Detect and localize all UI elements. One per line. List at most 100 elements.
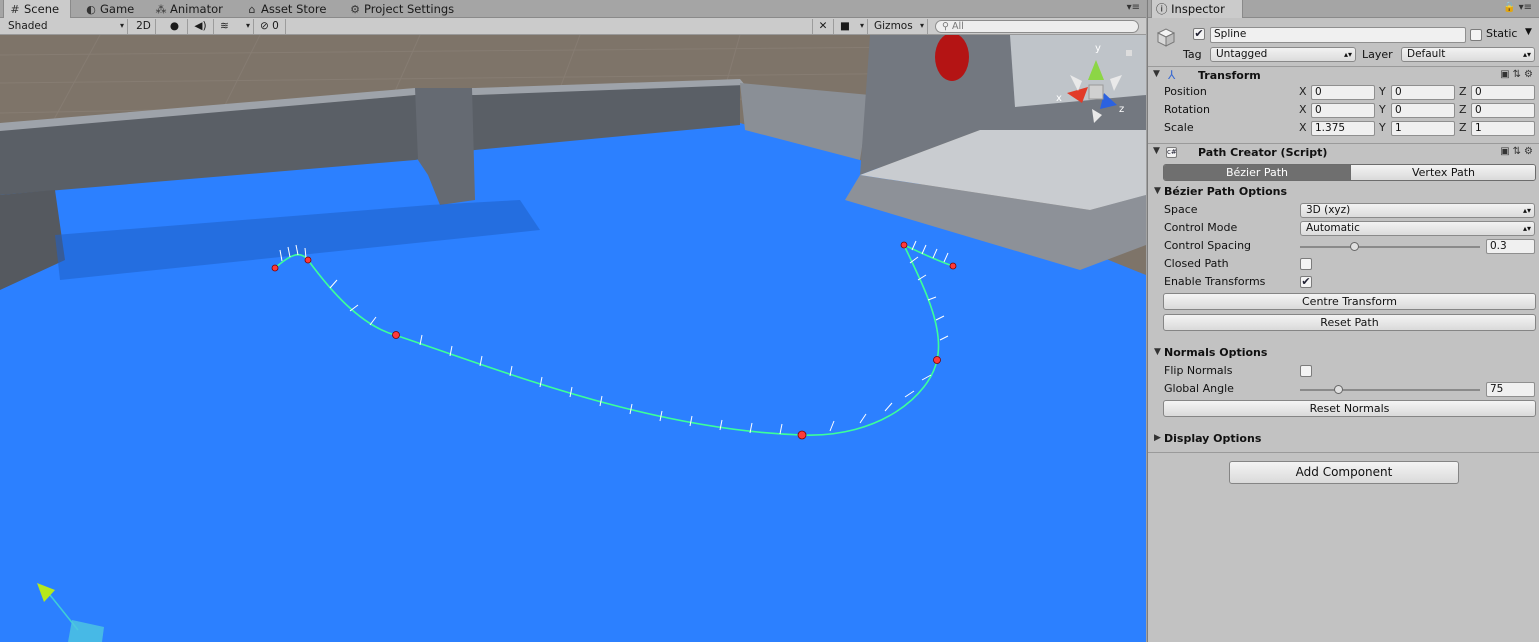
static-checkbox[interactable] xyxy=(1470,29,1482,41)
scene-window: # Scene ◐ Game ⁂ Animator ⌂ Asset Store ⚙ Pro… xyxy=(0,0,1146,642)
position-row: Position X 0 Y 0 Z 0 xyxy=(1148,84,1539,102)
space-dropdown[interactable]: 3D (xyz) ▴▾ xyxy=(1300,203,1535,218)
asset-store-icon: ⌂ xyxy=(248,3,256,16)
gizmo-x-label: x xyxy=(1056,93,1062,104)
rotation-row: Rotation X 0 Y 0 Z 0 xyxy=(1148,102,1539,120)
info-icon: ⓘ xyxy=(1156,2,1168,16)
rotation-z-field[interactable]: 0 xyxy=(1471,103,1535,118)
tab-inspector[interactable]: ⓘ Inspector xyxy=(1151,0,1243,18)
control-mode-dropdown[interactable]: Automatic ▴▾ xyxy=(1300,221,1535,236)
tab-game[interactable]: ◐ Game xyxy=(80,0,144,18)
foldout-open-icon: ▼ xyxy=(1153,69,1160,79)
gizmo-z-label: z xyxy=(1119,104,1124,115)
camera-icon: ■ xyxy=(840,20,850,32)
control-spacing-field[interactable]: 0.3 xyxy=(1486,239,1535,254)
reset-path-button[interactable]: Reset Path xyxy=(1163,314,1536,331)
inspector-tab-bar: ⓘ Inspector 🔒 ▾≡ xyxy=(1148,0,1539,18)
tab-project-settings[interactable]: ⚙ Project Settings xyxy=(344,0,464,18)
normals-options-title[interactable]: Normals Options xyxy=(1164,346,1267,359)
closed-path-checkbox[interactable] xyxy=(1300,258,1312,270)
lightbulb-icon: ● xyxy=(169,20,180,32)
inspector-panel: ⓘ Inspector 🔒 ▾≡ ✔ Spline Static ▼ Tag U… xyxy=(1147,0,1539,642)
script-enabled-checkbox[interactable]: c# xyxy=(1166,147,1177,158)
layer-dropdown[interactable]: Default ▴▾ xyxy=(1401,47,1535,62)
component-divider xyxy=(1148,452,1539,453)
static-label: Static xyxy=(1486,27,1518,40)
inspector-menu-icon[interactable]: 🔒 ▾≡ xyxy=(1503,2,1532,13)
tab-asset-store[interactable]: ⌂ Asset Store xyxy=(241,0,337,18)
scene-viewport[interactable]: y x z xyxy=(0,35,1146,642)
tab-animator[interactable]: ⁂ Animator xyxy=(150,0,232,18)
scene-icon: # xyxy=(10,3,20,16)
space-row: Space 3D (xyz) ▴▾ xyxy=(1148,202,1539,220)
effects-icon: ≋ xyxy=(220,20,229,32)
scale-row: Scale X 1.375 Y 1 Z 1 xyxy=(1148,120,1539,138)
control-spacing-slider-knob[interactable] xyxy=(1350,242,1359,251)
centre-transform-button[interactable]: Centre Transform xyxy=(1163,293,1536,310)
reset-normals-button[interactable]: Reset Normals xyxy=(1163,400,1536,417)
scale-x-field[interactable]: 1.375 xyxy=(1311,121,1375,136)
position-y-field[interactable]: 0 xyxy=(1391,85,1455,100)
component-menu-icons[interactable]: ▣⇅⚙ xyxy=(1500,69,1536,80)
global-angle-slider-knob[interactable] xyxy=(1333,385,1343,394)
enable-transforms-checkbox[interactable]: ✔ xyxy=(1300,276,1312,288)
global-angle-slider[interactable] xyxy=(1300,389,1480,391)
closed-path-row: Closed Path xyxy=(1148,256,1539,274)
tab-bezier-path[interactable]: Bézier Path xyxy=(1164,165,1350,180)
object-name-field[interactable]: Spline xyxy=(1210,27,1466,43)
gear-icon: ⚙ xyxy=(350,3,360,16)
flip-normals-checkbox[interactable] xyxy=(1300,365,1312,377)
tools-button[interactable]: ✕ xyxy=(812,19,834,34)
tag-label: Tag xyxy=(1183,48,1202,61)
foldout-open-icon: ▼ xyxy=(1154,347,1161,357)
foldout-open-icon: ▼ xyxy=(1153,146,1160,156)
path-type-toggle: Bézier Path Vertex Path xyxy=(1163,164,1536,181)
scale-z-field[interactable]: 1 xyxy=(1471,121,1535,136)
enable-transforms-row: Enable Transforms ✔ xyxy=(1164,275,1312,288)
tab-menu-icon[interactable]: ▾≡ xyxy=(1127,0,1140,18)
effects-dropdown[interactable]: ≋ ▾ xyxy=(216,19,254,34)
tools-icon: ✕ xyxy=(818,20,828,32)
control-spacing-slider[interactable] xyxy=(1300,246,1480,248)
lock-icon[interactable] xyxy=(1126,50,1132,56)
eye-slash-icon: ⊘ xyxy=(260,20,269,32)
static-dropdown-icon[interactable]: ▼ xyxy=(1525,27,1532,37)
tag-dropdown[interactable]: Untagged ▴▾ xyxy=(1210,47,1356,62)
audio-toggle[interactable]: ◀) xyxy=(188,19,214,34)
rotation-x-field[interactable]: 0 xyxy=(1311,103,1375,118)
gizmo-y-label: y xyxy=(1095,43,1101,54)
transform-icon: ⅄ xyxy=(1168,68,1176,82)
transform-header[interactable]: ▼ ⅄ Transform ▣⇅⚙ xyxy=(1148,66,1539,85)
position-z-field[interactable]: 0 xyxy=(1471,85,1535,100)
global-angle-field[interactable]: 75 xyxy=(1486,382,1535,397)
foldout-closed-icon: ▶ xyxy=(1154,433,1161,443)
add-component-button[interactable]: Add Component xyxy=(1229,461,1459,484)
layer-label: Layer xyxy=(1362,48,1393,61)
component-menu-icons[interactable]: ▣⇅⚙ xyxy=(1500,146,1536,157)
control-mode-row: Control Mode Automatic ▴▾ xyxy=(1148,220,1539,238)
control-spacing-row: Control Spacing 0.3 xyxy=(1148,238,1539,256)
global-angle-row: Global Angle 75 xyxy=(1148,381,1539,399)
editor-tab-bar: # Scene ◐ Game ⁂ Animator ⌂ Asset Store ⚙ Pro… xyxy=(0,0,1146,18)
shading-mode-dropdown[interactable]: Shaded ▾ xyxy=(4,19,128,34)
bezier-options-title[interactable]: Bézier Path Options xyxy=(1164,185,1287,198)
active-checkbox[interactable]: ✔ xyxy=(1193,28,1205,40)
scale-y-field[interactable]: 1 xyxy=(1391,121,1455,136)
tab-scene[interactable]: # Scene xyxy=(3,0,71,18)
red-target xyxy=(935,35,969,81)
2d-toggle[interactable]: 2D xyxy=(132,19,156,34)
game-icon: ◐ xyxy=(86,3,96,16)
lighting-toggle[interactable]: ● xyxy=(162,19,188,34)
gizmos-dropdown[interactable]: Gizmos ▾ xyxy=(870,19,928,34)
foldout-open-icon: ▼ xyxy=(1154,186,1161,196)
camera-dropdown[interactable]: ■ ▾ xyxy=(836,19,868,34)
flip-normals-row: Flip Normals xyxy=(1148,363,1539,381)
rotation-y-field[interactable]: 0 xyxy=(1391,103,1455,118)
display-options-title[interactable]: Display Options xyxy=(1164,432,1261,445)
position-x-field[interactable]: 0 xyxy=(1311,85,1375,100)
tab-vertex-path[interactable]: Vertex Path xyxy=(1350,165,1535,180)
hidden-objects-toggle[interactable]: ⊘ 0 xyxy=(256,19,286,34)
path-creator-header[interactable]: ▼ c# Path Creator (Script) ▣⇅⚙ xyxy=(1148,143,1539,162)
scene-search-input[interactable]: ⚲ All xyxy=(935,20,1139,33)
scene-toolbar: Shaded ▾ 2D ● ◀) ≋ ▾ ⊘ 0 ✕ ■ ▾ Gizmos ▾ ⚲ Al… xyxy=(0,18,1146,35)
